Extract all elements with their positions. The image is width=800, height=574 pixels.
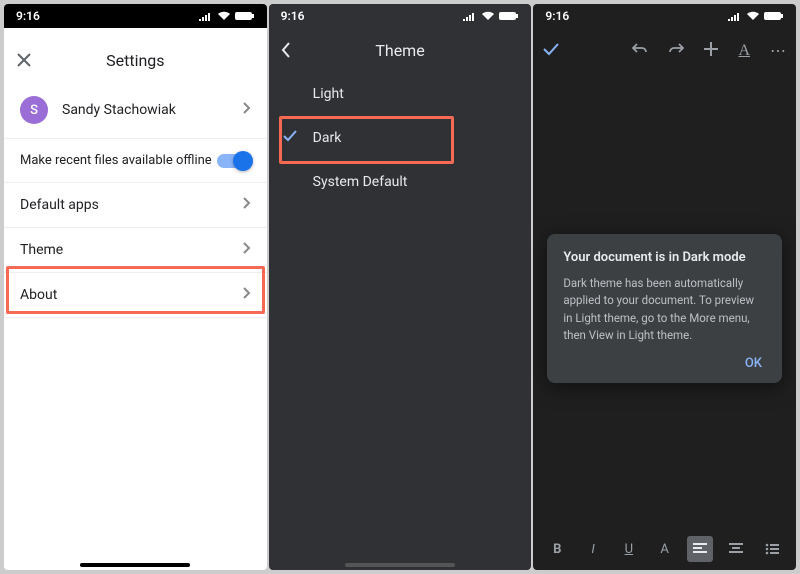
undo-button[interactable] [632, 41, 648, 60]
status-time: 9:16 [545, 9, 569, 23]
theme-title: Theme [375, 41, 424, 60]
theme-option-label: Dark [313, 130, 342, 146]
check-icon [543, 42, 559, 56]
dialog-body: Dark theme has been automatically applie… [563, 275, 766, 344]
chevron-right-icon [243, 287, 251, 303]
chevron-right-icon [243, 102, 251, 118]
offline-toggle-row[interactable]: Make recent files available offline [4, 139, 267, 183]
plus-icon [704, 42, 718, 56]
battery-icon [764, 11, 784, 21]
wifi-icon [481, 11, 495, 21]
status-bar: 9:16 [269, 4, 532, 28]
account-row[interactable]: S Sandy Stachowiak [4, 82, 267, 139]
theme-option-label: System Default [313, 174, 408, 190]
wifi-icon [217, 11, 231, 21]
underline-button[interactable]: U [616, 536, 642, 562]
text-format-button[interactable]: A [738, 40, 750, 60]
signal-icon [463, 11, 477, 21]
settings-screen: 9:16 Settings S Sandy Stachowiak [4, 4, 267, 570]
text-color-button[interactable]: A [652, 536, 678, 562]
status-bar: 9:16 [4, 4, 267, 28]
text-format-icon: A [738, 42, 750, 59]
status-icons [728, 11, 784, 21]
theme-label: Theme [20, 242, 63, 258]
signal-icon [199, 11, 213, 21]
dialog-title: Your document is in Dark mode [563, 250, 766, 265]
list-icon [765, 543, 779, 555]
bold-button[interactable]: B [544, 536, 570, 562]
check-icon [283, 130, 297, 146]
more-button[interactable]: ⋯ [770, 41, 786, 60]
editor-screen: 9:16 A ⋯ Your document is in Dark mode D… [533, 4, 796, 570]
undo-icon [632, 42, 648, 56]
about-row[interactable]: About [4, 273, 267, 318]
settings-header: Settings [4, 38, 267, 82]
align-center-button[interactable] [723, 536, 749, 562]
theme-screen: 9:16 Theme Light Dark System Default [269, 4, 532, 570]
back-button[interactable] [281, 42, 291, 58]
more-icon: ⋯ [770, 41, 786, 60]
italic-button[interactable]: I [580, 536, 606, 562]
align-left-button[interactable] [687, 536, 713, 562]
redo-button[interactable] [668, 41, 684, 60]
editor-toolbar: A ⋯ [533, 28, 796, 72]
close-icon [16, 52, 32, 68]
status-icons [463, 11, 519, 21]
status-time: 9:16 [281, 9, 305, 23]
account-name: Sandy Stachowiak [62, 102, 176, 118]
close-button[interactable] [16, 52, 32, 68]
theme-option-dark[interactable]: Dark [269, 116, 532, 160]
home-indicator [80, 563, 190, 567]
status-time: 9:16 [16, 9, 40, 23]
wifi-icon [746, 11, 760, 21]
about-label: About [20, 287, 57, 303]
status-icons [199, 11, 255, 21]
format-bar: B I U A [533, 534, 796, 564]
theme-row[interactable]: Theme [4, 228, 267, 273]
align-center-icon [729, 543, 743, 555]
dark-mode-dialog: Your document is in Dark mode Dark theme… [547, 234, 782, 383]
home-indicator [345, 563, 455, 567]
status-bar: 9:16 [533, 4, 796, 28]
offline-label: Make recent files available offline [20, 153, 212, 168]
signal-icon [728, 11, 742, 21]
default-apps-label: Default apps [20, 197, 99, 213]
theme-option-light[interactable]: Light [269, 72, 532, 116]
battery-icon [499, 11, 519, 21]
chevron-right-icon [243, 242, 251, 258]
default-apps-row[interactable]: Default apps [4, 183, 267, 228]
avatar: S [20, 96, 48, 124]
offline-toggle[interactable] [217, 154, 251, 168]
align-left-icon [693, 543, 707, 555]
theme-header: Theme [269, 28, 532, 72]
done-button[interactable] [543, 41, 559, 60]
dialog-ok-button[interactable]: OK [563, 344, 766, 375]
theme-option-label: Light [313, 86, 344, 102]
battery-icon [235, 11, 255, 21]
chevron-left-icon [281, 42, 291, 58]
redo-icon [668, 42, 684, 56]
insert-button[interactable] [704, 41, 718, 60]
settings-title: Settings [106, 51, 164, 70]
theme-option-system[interactable]: System Default [269, 160, 532, 204]
chevron-right-icon [243, 197, 251, 213]
bullet-list-button[interactable] [759, 536, 785, 562]
